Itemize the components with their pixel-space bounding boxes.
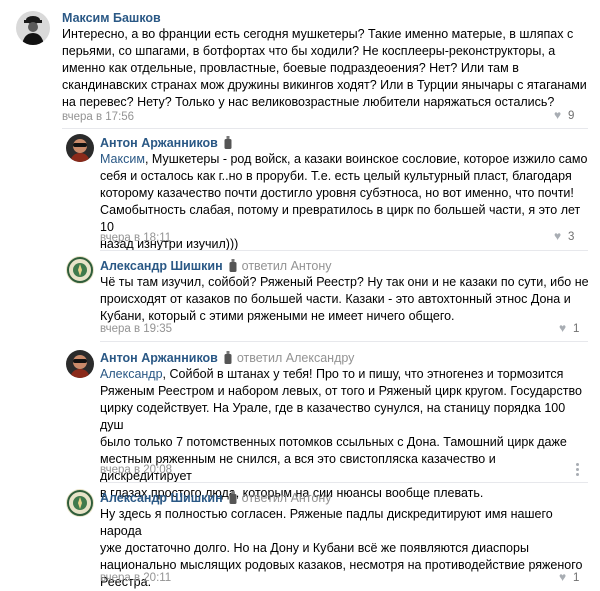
reply-to-label[interactable]: ответил Александру [237, 351, 355, 365]
divider [100, 250, 588, 251]
heart-icon: ♥ [553, 229, 562, 243]
comment-text: Чё ты там изучил, сойбой? Ряженый Реестр… [100, 275, 589, 323]
bottle-icon [223, 136, 233, 149]
comment-text: Ну здесь я полностью согласен. Ряженые п… [100, 507, 583, 589]
avatar[interactable] [66, 489, 94, 517]
divider [100, 341, 588, 342]
like-button[interactable]: ♥ 1 [556, 570, 579, 585]
like-button[interactable]: ♥ 1 [556, 321, 579, 336]
like-button[interactable]: ♥ 9 [551, 108, 574, 123]
comment-author[interactable]: Александр Шишкин [100, 491, 223, 505]
mention-link[interactable]: Александр [100, 367, 163, 381]
like-count: 9 [568, 110, 575, 122]
like-count: 1 [573, 323, 580, 335]
comment-text: Интересно, а во франции есть сегодня муш… [62, 27, 587, 109]
heart-icon: ♥ [553, 108, 562, 122]
avatar[interactable] [16, 11, 50, 45]
comment-timestamp[interactable]: вчера в 20:08 [100, 463, 172, 477]
comment-author[interactable]: Антон Аржанников [100, 351, 218, 365]
avatar[interactable] [66, 350, 94, 378]
like-button[interactable]: ♥ 3 [551, 229, 574, 244]
divider [62, 128, 588, 129]
divider [100, 482, 588, 483]
avatar[interactable] [66, 134, 94, 162]
comment-timestamp[interactable]: вчера в 18:11 [100, 231, 171, 245]
heart-icon: ♥ [558, 321, 567, 335]
bottle-icon [228, 259, 238, 272]
reply-to-label[interactable]: ответил Антону [242, 491, 332, 505]
comment-timestamp[interactable]: вчера в 20:11 [100, 571, 171, 585]
bottle-icon [228, 491, 238, 504]
comment-timestamp[interactable]: вчера в 17:56 [62, 110, 134, 124]
reply-to-label[interactable]: ответил Антону [242, 259, 332, 273]
like-count: 3 [568, 231, 575, 243]
comment-timestamp[interactable]: вчера в 19:35 [100, 322, 172, 336]
mention-link[interactable]: Максим [100, 152, 145, 166]
comment-author[interactable]: Максим Башков [62, 11, 161, 25]
bottle-icon [223, 351, 233, 364]
comment-text: Максим, Мушкетеры - род войск, а казаки … [100, 152, 588, 251]
comment-author[interactable]: Александр Шишкин [100, 259, 223, 273]
like-count: 1 [573, 572, 580, 584]
heart-icon: ♥ [558, 570, 567, 584]
more-vertical-icon[interactable] [576, 463, 580, 477]
avatar[interactable] [66, 256, 94, 284]
comment-author[interactable]: Антон Аржанников [100, 136, 218, 150]
